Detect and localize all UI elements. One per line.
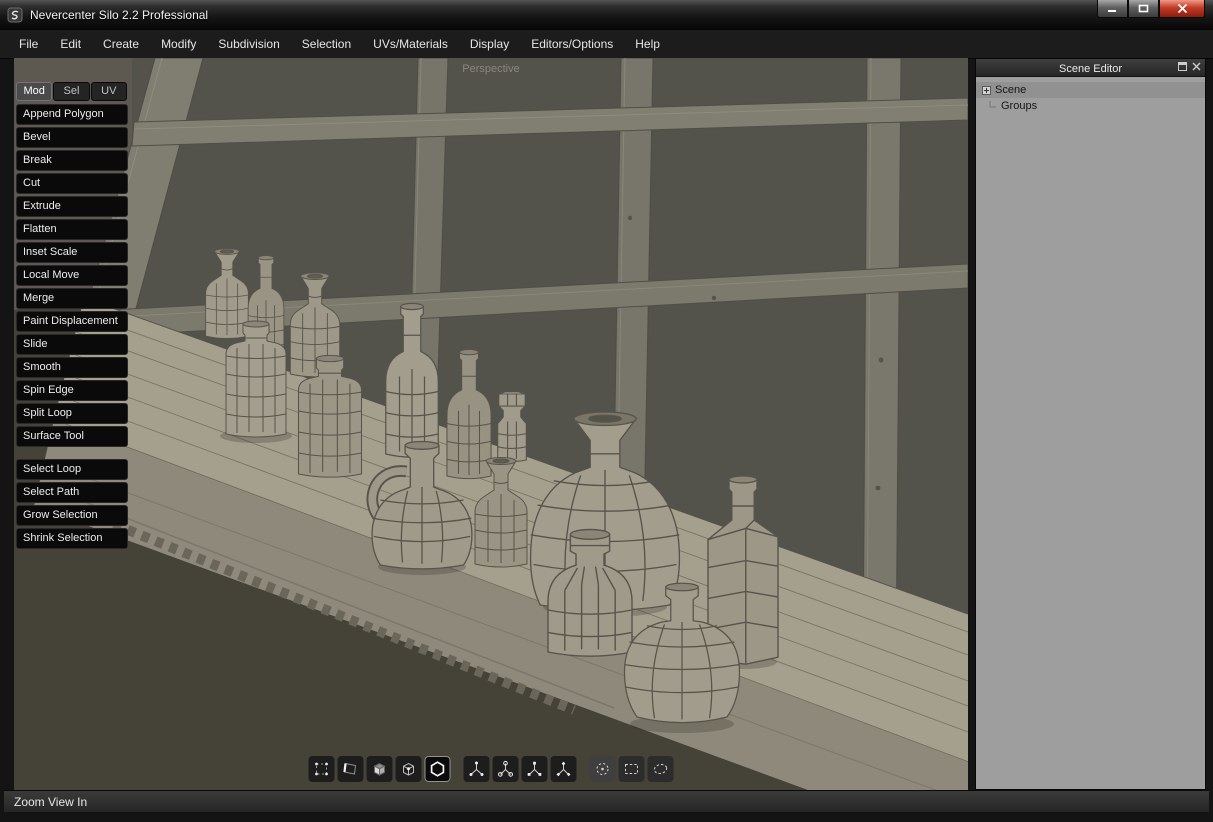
menu-edit[interactable]: Edit xyxy=(49,31,92,57)
tab-sel[interactable]: Sel xyxy=(53,82,89,101)
menu-help[interactable]: Help xyxy=(624,31,671,57)
menu-uvs-materials[interactable]: UVs/Materials xyxy=(362,31,459,57)
tool-select-path[interactable]: Select Path xyxy=(16,482,128,503)
tool-tabs: Mod Sel UV xyxy=(16,82,128,101)
face-mode-icon xyxy=(371,760,389,778)
close-button[interactable] xyxy=(1159,0,1205,18)
tool-smooth[interactable]: Smooth xyxy=(16,357,128,378)
vertex-mode-button[interactable] xyxy=(309,756,335,782)
status-text: Zoom View In xyxy=(14,795,87,809)
menu-bar: File Edit Create Modify Subdivision Sele… xyxy=(0,30,1213,59)
move-tool-button[interactable] xyxy=(464,756,490,782)
bottle-hex-vial[interactable] xyxy=(498,392,527,462)
tab-mod[interactable]: Mod xyxy=(16,82,52,101)
rect-select-button[interactable] xyxy=(619,756,645,782)
minimize-icon xyxy=(1107,4,1118,13)
vertex-mode-icon xyxy=(313,760,331,778)
tool-paint-displacement[interactable]: Paint Displacement xyxy=(16,311,128,332)
tree-item-groups[interactable]: Groups xyxy=(976,98,1205,114)
tool-shrink-selection[interactable]: Shrink Selection xyxy=(16,528,128,549)
menu-file[interactable]: File xyxy=(8,31,49,57)
maximize-icon xyxy=(1138,4,1149,13)
lasso-select-button[interactable] xyxy=(648,756,674,782)
edge-mode-icon xyxy=(342,760,360,778)
selection-mode-group xyxy=(309,756,451,782)
tool-surface-tool[interactable]: Surface Tool xyxy=(16,426,128,447)
tool-flatten[interactable]: Flatten xyxy=(16,219,128,240)
tree-item-label: Scene xyxy=(995,84,1026,96)
scene-editor-titlebar[interactable]: Scene Editor xyxy=(976,59,1205,77)
universal-manipulator-button[interactable] xyxy=(551,756,577,782)
scene-editor-controls xyxy=(1178,62,1201,71)
scale-tool-button[interactable] xyxy=(522,756,548,782)
view-label: Perspective xyxy=(462,63,519,75)
close-icon xyxy=(1177,4,1188,13)
edge-mode-button[interactable] xyxy=(338,756,364,782)
select-style-group xyxy=(590,756,674,782)
status-bar: Zoom View In xyxy=(4,790,1209,812)
rotate-tool-icon xyxy=(497,760,515,778)
rect-select-icon xyxy=(623,760,641,778)
menu-create[interactable]: Create xyxy=(92,31,150,57)
panel-close-icon[interactable] xyxy=(1192,62,1201,71)
rotate-tool-button[interactable] xyxy=(493,756,519,782)
menu-subdivision[interactable]: Subdivision xyxy=(207,31,290,57)
tool-extrude[interactable]: Extrude xyxy=(16,196,128,217)
menu-display[interactable]: Display xyxy=(459,31,520,57)
scene-editor-panel: Scene Editor Scene xyxy=(975,58,1206,790)
tree-connector-icon xyxy=(989,101,997,111)
universal-manipulator-icon xyxy=(555,760,573,778)
multi-mode-icon xyxy=(400,760,418,778)
paint-select-icon xyxy=(594,760,612,778)
window-controls xyxy=(1097,0,1205,18)
app-window: Nevercenter Silo 2.2 Professional File E… xyxy=(0,0,1213,822)
scene-editor-title: Scene Editor xyxy=(1059,63,1122,75)
tab-uv[interactable]: UV xyxy=(91,82,127,101)
tool-split-loop[interactable]: Split Loop xyxy=(16,403,128,424)
tool-bevel[interactable]: Bevel xyxy=(16,127,128,148)
scale-tool-icon xyxy=(526,760,544,778)
minimize-button[interactable] xyxy=(1097,0,1128,18)
viewport-3d-scene[interactable] xyxy=(14,58,968,790)
dock-icon[interactable] xyxy=(1178,62,1187,71)
viewport-toolbar xyxy=(309,756,674,782)
menu-selection[interactable]: Selection xyxy=(291,31,362,57)
multi-mode-button[interactable] xyxy=(396,756,422,782)
app-icon xyxy=(7,7,23,23)
window-titlebar[interactable]: Nevercenter Silo 2.2 Professional xyxy=(0,0,1213,30)
tool-slide[interactable]: Slide xyxy=(16,334,128,355)
tool-local-move[interactable]: Local Move xyxy=(16,265,128,286)
tool-cut[interactable]: Cut xyxy=(16,173,128,194)
tool-spin-edge[interactable]: Spin Edge xyxy=(16,380,128,401)
tool-break[interactable]: Break xyxy=(16,150,128,171)
manipulator-group xyxy=(464,756,577,782)
tree-item-scene[interactable]: Scene xyxy=(976,82,1205,98)
move-tool-icon xyxy=(468,760,486,778)
menu-editors-options[interactable]: Editors/Options xyxy=(520,31,624,57)
tree-item-label: Groups xyxy=(1001,100,1037,112)
tool-select-loop[interactable]: Select Loop xyxy=(16,459,128,480)
maximize-button[interactable] xyxy=(1128,0,1159,18)
tool-merge[interactable]: Merge xyxy=(16,288,128,309)
scene-tree: Scene Groups xyxy=(976,77,1205,114)
object-mode-button[interactable] xyxy=(425,756,451,782)
paint-select-button[interactable] xyxy=(590,756,616,782)
tool-grow-selection[interactable]: Grow Selection xyxy=(16,505,128,526)
lasso-select-icon xyxy=(652,760,670,778)
face-mode-button[interactable] xyxy=(367,756,393,782)
object-mode-icon xyxy=(429,760,447,778)
expand-icon[interactable] xyxy=(982,86,991,95)
tool-inset-scale[interactable]: Inset Scale xyxy=(16,242,128,263)
tool-panel: Mod Sel UV Append Polygon Bevel Break Cu… xyxy=(16,82,128,551)
viewport-perspective[interactable]: Perspective Mod Sel UV Append Polygon Be… xyxy=(14,58,968,790)
menu-modify[interactable]: Modify xyxy=(150,31,207,57)
window-title: Nevercenter Silo 2.2 Professional xyxy=(30,8,208,22)
tool-append-polygon[interactable]: Append Polygon xyxy=(16,104,128,125)
